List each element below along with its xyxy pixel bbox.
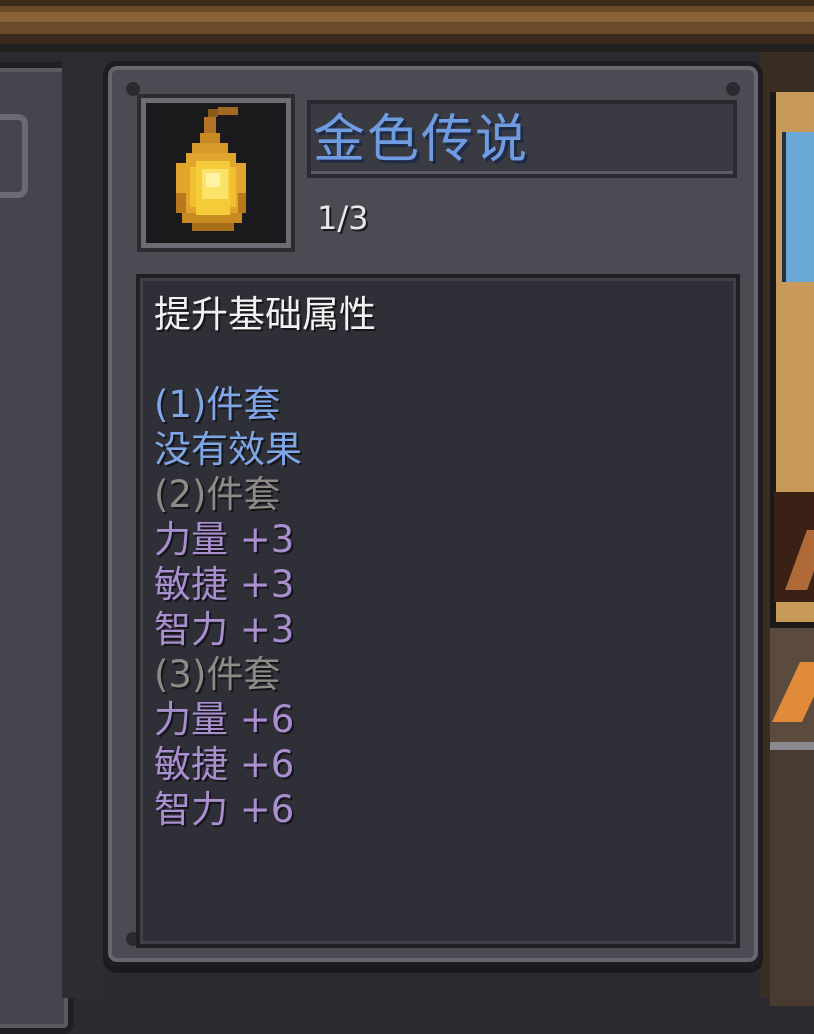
set-tier-3-label: (3)件套 <box>154 653 281 696</box>
stat-intelligence: 智力 +6 <box>154 788 295 831</box>
top-wood-beam <box>0 0 814 52</box>
stat-intelligence: 智力 +3 <box>154 608 295 651</box>
description-box: 提升基础属性 (1)件套 没有效果 (2)件套 力量 +3 敏捷 +3 智力 +… <box>136 274 740 948</box>
golden-gourd-icon <box>176 107 246 231</box>
item-tooltip: 金色传说 1/3 提升基础属性 (1)件套 没有效果 (2)件套 力量 +3 敏… <box>103 61 763 967</box>
right-background-scene <box>760 52 814 1006</box>
bg-window <box>782 132 814 282</box>
bg-lower-wall <box>770 742 814 1006</box>
set-progress: 1/3 <box>317 199 369 237</box>
frame-rivet <box>126 82 140 96</box>
panel-gap <box>62 52 106 998</box>
set-tier-1-label: (1)件套 <box>154 383 281 426</box>
stat-strength: 力量 +3 <box>154 518 295 561</box>
stat-agility: 敏捷 +3 <box>154 563 295 606</box>
set-tier-2-label: (2)件套 <box>154 473 281 516</box>
frame-rivet <box>726 82 740 96</box>
left-slot-edge <box>0 114 28 198</box>
description-lines: 提升基础属性 (1)件套 没有效果 (2)件套 力量 +3 敏捷 +3 智力 +… <box>154 292 376 832</box>
item-icon-slot[interactable] <box>137 94 295 252</box>
set-tier-1-effect: 没有效果 <box>154 428 302 471</box>
stat-strength: 力量 +6 <box>154 698 295 741</box>
description-header: 提升基础属性 <box>154 293 376 336</box>
item-name: 金色传说 <box>313 110 530 170</box>
stat-agility: 敏捷 +6 <box>154 743 295 786</box>
